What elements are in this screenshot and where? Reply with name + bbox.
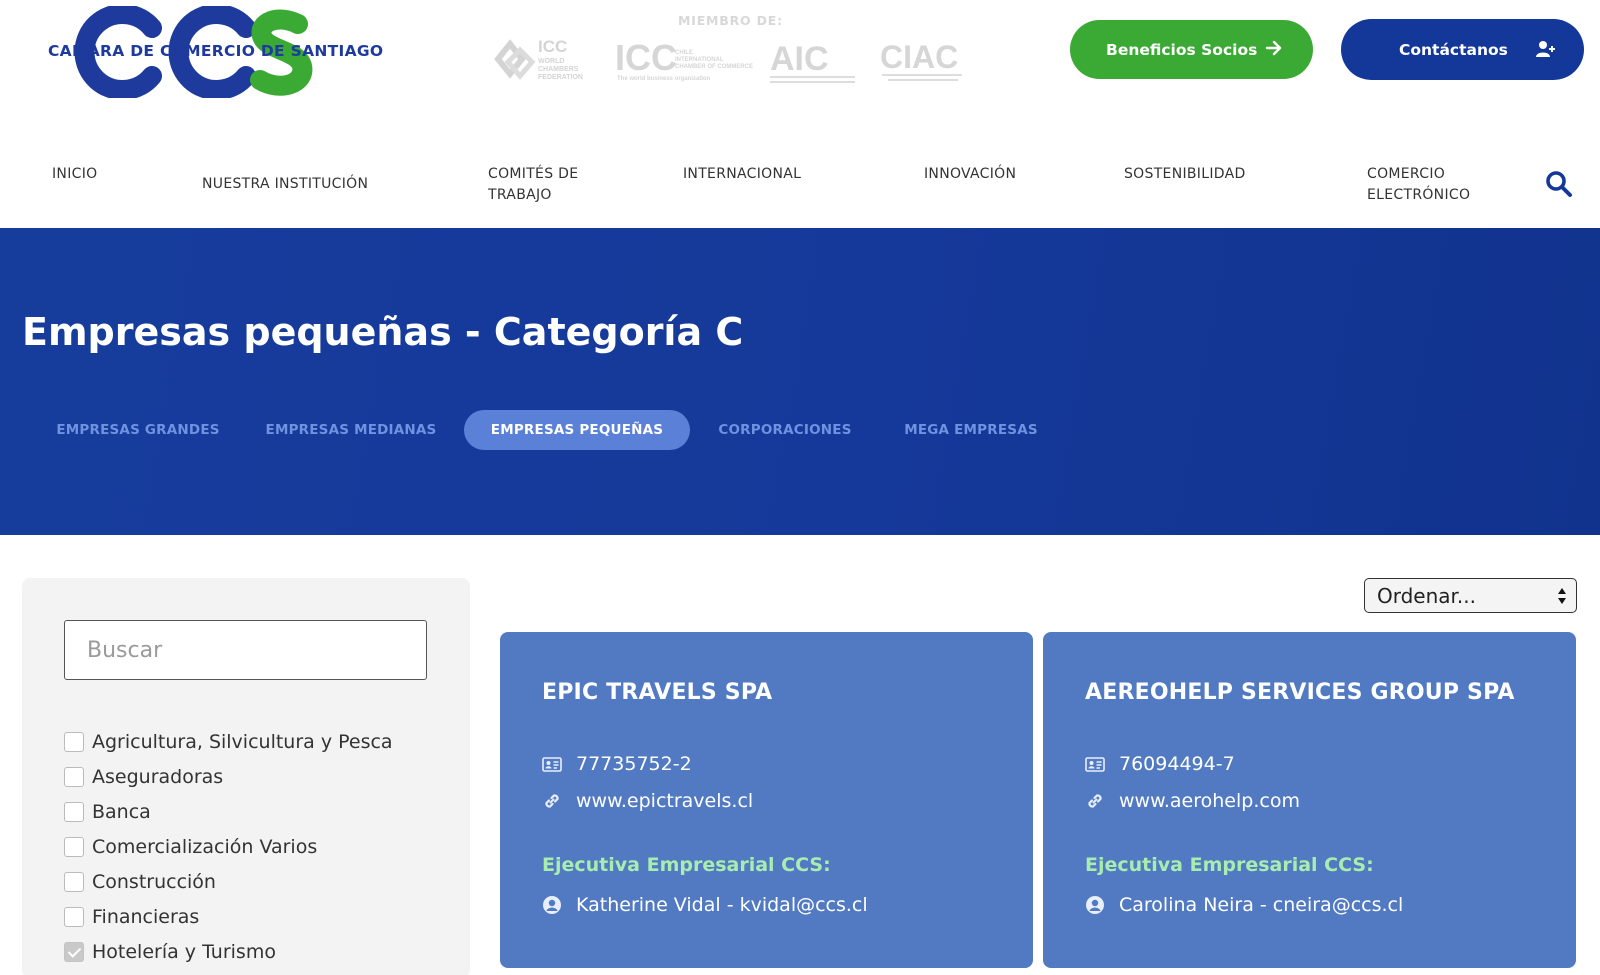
filter-banca[interactable]: Banca xyxy=(64,794,444,829)
checkbox[interactable] xyxy=(64,836,84,857)
contact-button-label: Contáctanos xyxy=(1399,40,1508,59)
company-website-link[interactable]: www.aerohelp.com xyxy=(1085,788,1300,814)
svg-text:INTERNATIONAL: INTERNATIONAL xyxy=(675,57,724,63)
tab-mega-empresas[interactable]: MEGA EMPRESAS xyxy=(886,410,1056,450)
arrow-right-icon xyxy=(1265,40,1282,56)
sort-selected-value: Ordenar... xyxy=(1377,583,1477,608)
contact-button[interactable]: Contáctanos xyxy=(1341,19,1584,80)
id-card-icon xyxy=(542,756,562,772)
user-circle-icon xyxy=(543,896,561,914)
company-name: EPIC TRAVELS SPA xyxy=(542,680,773,705)
id-card-icon xyxy=(1085,756,1105,772)
nav-item-comercio-electronico[interactable]: COMERCIO ELECTRÓNICO xyxy=(1367,164,1470,206)
filter-financieras[interactable]: Financieras xyxy=(64,899,444,934)
company-card: EPIC TRAVELS SPA 77735752-2 www.epictrav… xyxy=(500,632,1033,968)
icc-logo-subtitle: The world business organization xyxy=(617,76,711,82)
sort-select[interactable]: Ordenar... xyxy=(1364,578,1577,613)
checkbox-checked[interactable] xyxy=(64,941,84,962)
page-title: Empresas pequeñas - Categoría C xyxy=(22,310,744,354)
svg-text:WORLD: WORLD xyxy=(538,58,564,65)
member-of-section: MIEMBRO DE: ICC WORLD CHAMBERS FEDERATIO… xyxy=(480,10,980,90)
tab-empresas-pequenas[interactable]: EMPRESAS PEQUEÑAS xyxy=(464,410,690,450)
benefits-button[interactable]: Beneficios Socios xyxy=(1070,20,1313,79)
company-rut: 77735752-2 xyxy=(542,751,692,777)
wcf-logo-text: ICC xyxy=(538,37,567,56)
link-icon xyxy=(545,794,559,808)
benefits-button-label: Beneficios Socios xyxy=(1106,40,1258,59)
company-rut: 76094494-7 xyxy=(1085,751,1235,777)
nav-item-sostenibilidad[interactable]: SOSTENIBILIDAD xyxy=(1124,164,1246,185)
tab-empresas-grandes[interactable]: EMPRESAS GRANDES xyxy=(38,410,238,450)
svg-text:CHAMBERS: CHAMBERS xyxy=(538,66,579,73)
select-updown-icon xyxy=(1558,588,1566,604)
company-executive: Katherine Vidal - kvidal@ccs.cl xyxy=(542,892,868,918)
tab-corporaciones[interactable]: CORPORACIONES xyxy=(704,410,866,450)
member-title: MIEMBRO DE: xyxy=(678,13,783,28)
ciac-logo: CIAC xyxy=(880,39,962,81)
site-header: CAMARA DE COMERCIO DE SANTIAGO MIEMBRO D… xyxy=(0,0,1600,130)
icc-logo-text: ICC xyxy=(615,37,677,78)
checkbox[interactable] xyxy=(64,766,84,787)
exec-label: Ejecutiva Empresarial CCS: xyxy=(542,854,831,876)
checkbox[interactable] xyxy=(64,871,84,892)
aic-logo: AIC xyxy=(770,40,855,83)
aic-logo-text: AIC xyxy=(770,40,829,78)
company-name: AEREOHELP SERVICES GROUP SPA xyxy=(1085,680,1515,705)
ciac-logo-text: CIAC xyxy=(880,39,958,75)
link-icon xyxy=(1088,794,1102,808)
nav-item-internacional[interactable]: INTERNACIONAL xyxy=(683,164,801,185)
checkbox[interactable] xyxy=(64,731,84,752)
company-executive: Carolina Neira - cneira@ccs.cl xyxy=(1085,892,1403,918)
main-nav: INICIO NUESTRA INSTITUCIÓN COMITÉS DE TR… xyxy=(0,130,1600,228)
company-website-link[interactable]: www.epictravels.cl xyxy=(542,788,753,814)
nav-item-innovacion[interactable]: INNOVACIÓN xyxy=(924,164,1016,185)
icc-chile-logo: ICC CHILE INTERNATIONAL CHAMBER OF COMME… xyxy=(615,37,753,82)
filter-sidebar: Agricultura, Silvicultura y Pesca Asegur… xyxy=(22,578,470,975)
category-filter-list: Agricultura, Silvicultura y Pesca Asegur… xyxy=(64,724,444,969)
filter-comercializacion-varios[interactable]: Comercialización Varios xyxy=(64,829,444,864)
search-icon[interactable] xyxy=(1545,170,1573,198)
world-chambers-federation-logo: ICC WORLD CHAMBERS FEDERATION xyxy=(494,37,583,81)
svg-text:CHILE: CHILE xyxy=(675,50,693,56)
filter-aseguradoras[interactable]: Aseguradoras xyxy=(64,759,444,794)
svg-text:FEDERATION: FEDERATION xyxy=(538,74,583,81)
ccs-logo[interactable]: CAMARA DE COMERCIO DE SANTIAGO xyxy=(40,6,383,98)
checkbox[interactable] xyxy=(64,801,84,822)
filter-agricultura[interactable]: Agricultura, Silvicultura y Pesca xyxy=(64,724,444,759)
svg-text:CHAMBER OF COMMERCE: CHAMBER OF COMMERCE xyxy=(675,64,753,70)
tab-empresas-medianas[interactable]: EMPRESAS MEDIANAS xyxy=(258,410,444,450)
exec-label: Ejecutiva Empresarial CCS: xyxy=(1085,854,1374,876)
nav-item-nuestra-institucion[interactable]: NUESTRA INSTITUCIÓN xyxy=(202,174,368,195)
company-card: AEREOHELP SERVICES GROUP SPA 76094494-7 … xyxy=(1043,632,1576,968)
user-circle-icon xyxy=(1086,896,1104,914)
search-input[interactable] xyxy=(64,620,427,680)
logo-text: CAMARA DE COMERCIO DE SANTIAGO xyxy=(48,42,384,60)
filter-construccion[interactable]: Construcción xyxy=(64,864,444,899)
nav-item-comites-de-trabajo[interactable]: COMITÉS DE TRABAJO xyxy=(488,164,578,206)
user-plus-icon xyxy=(1536,41,1555,57)
checkbox[interactable] xyxy=(64,906,84,927)
filter-hoteleria-turismo[interactable]: Hotelería y Turismo xyxy=(64,934,444,969)
hero-banner: Empresas pequeñas - Categoría C EMPRESAS… xyxy=(0,228,1600,535)
nav-item-inicio[interactable]: INICIO xyxy=(52,164,97,185)
